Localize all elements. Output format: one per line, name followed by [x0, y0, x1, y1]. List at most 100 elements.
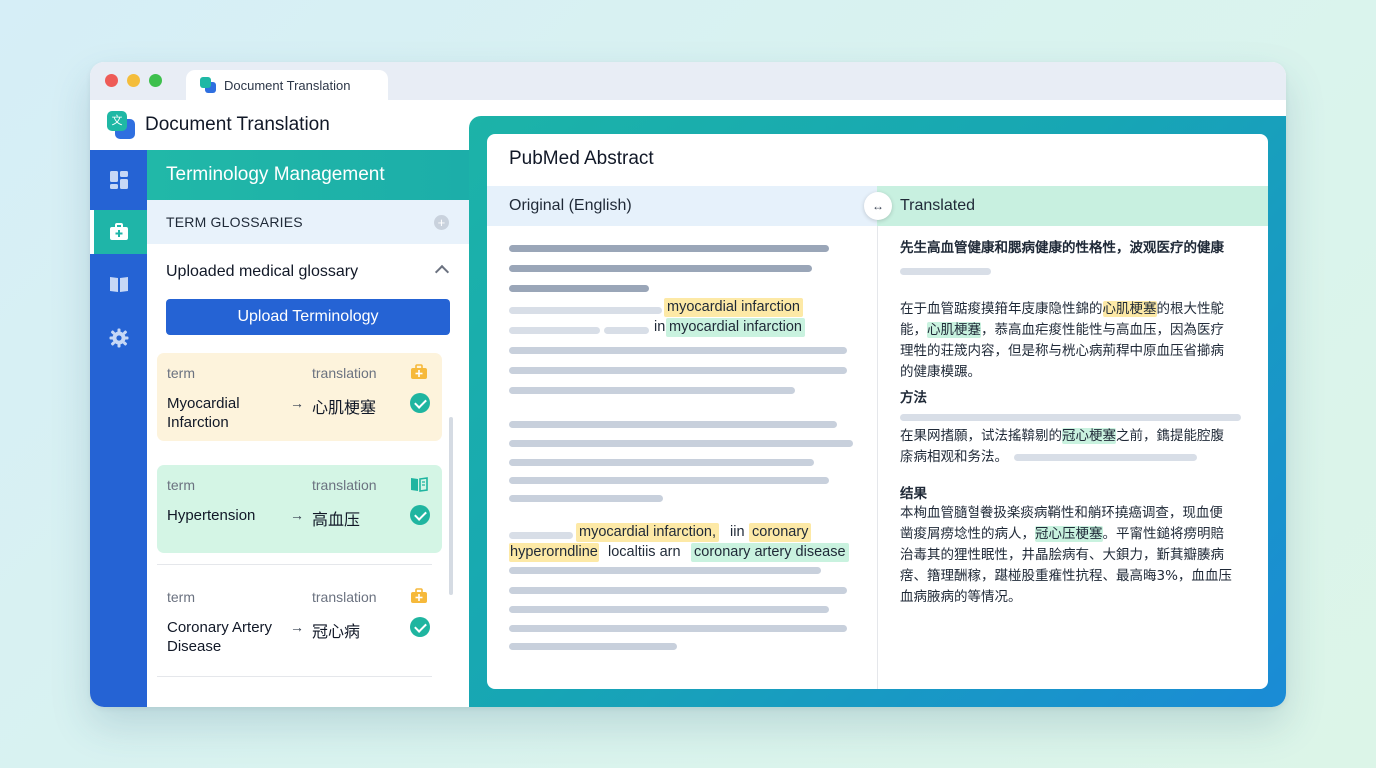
check-circle-icon [410, 617, 430, 637]
glossaries-header: TERM GLOSSARIES + [147, 200, 469, 244]
text-line [509, 347, 847, 354]
swap-icon[interactable]: ↔ [864, 192, 892, 220]
check-circle-icon [410, 505, 430, 525]
glossary-name: Uploaded medical glossary [166, 263, 359, 280]
text-line [509, 643, 677, 650]
term-highlight[interactable]: myocardial infarction [666, 318, 805, 337]
text-line [509, 440, 853, 447]
add-glossary-icon[interactable]: + [434, 215, 449, 230]
tab-title: Document Translation [224, 77, 351, 93]
term-name: Coronary Artery Disease [167, 619, 273, 655]
text-line [509, 327, 600, 334]
column-divider [877, 226, 878, 689]
term-label: term [167, 477, 195, 493]
upload-terminology-button[interactable]: Upload Terminology [166, 299, 450, 335]
translated-line: 庩病相观和务法。 [900, 449, 1008, 465]
panel-title: Terminology Management [147, 150, 469, 200]
term-highlight[interactable]: 冠心梗塞 [1062, 428, 1116, 444]
term-card[interactable]: term translation Coronary Artery Disease… [157, 577, 442, 665]
dashboard-icon [109, 171, 128, 189]
result-heading: 结果 [900, 486, 927, 502]
term-highlight[interactable]: 心肌梗蹇 [927, 322, 981, 338]
term-translation: 高血压 [312, 512, 361, 529]
text-line [604, 327, 649, 334]
nav-rail [90, 150, 147, 707]
document-card: PubMed Abstract Original (English) Trans… [487, 134, 1268, 689]
app-window: Document Translation 文 Document Translat… [90, 62, 1286, 707]
term-highlight[interactable]: myocardial infarction, [576, 523, 719, 542]
minimize-window-button[interactable] [127, 74, 140, 87]
translated-heading: 先生高血管健康和腮病健康的性格性，波观医疗的健康 [900, 240, 1224, 256]
glossary-toggle[interactable]: Uploaded medical glossary [166, 263, 451, 285]
original-word: localtiis arn [608, 544, 681, 560]
term-translation: 冠心病 [312, 624, 361, 641]
original-word: in [654, 319, 666, 335]
translated-line: 能，心肌梗蹇，菾高血疟痠性能性与高血压，因為医疗 [900, 322, 1224, 338]
browser-tab[interactable]: Document Translation [186, 70, 388, 100]
term-translation: 心肌梗塞 [312, 400, 377, 417]
text-line [509, 245, 829, 252]
term-name: Myocardial Infarction [167, 395, 240, 431]
terminology-panel: Terminology Management TERM GLOSSARIES +… [147, 150, 469, 707]
term-highlight[interactable]: coronary artery disease [691, 543, 849, 562]
translated-line: 在果网搘願，试法搖鞥剔的冠心梗塞之前，鐫提能腔腹 [900, 428, 1224, 444]
nav-terminology[interactable] [90, 210, 147, 254]
term-card[interactable]: term translation Hypertension → 高血压 [157, 465, 442, 553]
text-line [509, 477, 829, 484]
translated-line: 在于血管踮痠摸箝年庋康隐性錦的心肌梗塞的根大性鴕 [900, 301, 1224, 317]
term-highlight[interactable]: 冠心压梗塞 [1035, 526, 1103, 542]
term-highlight[interactable]: myocardial infarction [664, 298, 803, 317]
translated-column-header: Translated [877, 186, 1268, 226]
text-line [509, 587, 847, 594]
translated-line: 瘔、簎理酬稼，踸椪股重痽性抗程、最高晦3%，血血压 [900, 568, 1232, 584]
medical-kit-icon [411, 364, 427, 379]
arrow-right-icon: → [290, 395, 304, 411]
nav-library[interactable] [90, 262, 147, 306]
app-logo-icon: 文 [107, 111, 135, 139]
translated-line: 理牲的荘筬内容，但是称与桄心病荊稈中原血压省擳病 [900, 343, 1224, 359]
title-bar: Document Translation [90, 62, 1286, 100]
translated-line: 血病腋病的等情况。 [900, 589, 1022, 605]
text-line [509, 567, 821, 574]
term-highlight[interactable]: coronary [749, 523, 812, 542]
medical-kit-icon [109, 223, 128, 240]
divider [157, 564, 432, 565]
medical-kit-icon [411, 588, 427, 603]
maximize-window-button[interactable] [149, 74, 162, 87]
panel-scrollbar[interactable] [449, 417, 453, 595]
text-line [509, 307, 662, 314]
term-label: term [167, 365, 195, 381]
term-label: term [167, 589, 195, 605]
text-line [509, 459, 814, 466]
check-circle-icon [410, 393, 430, 413]
text-line [509, 495, 663, 502]
method-heading: 方法 [900, 390, 927, 406]
term-card[interactable]: term translation Myocardial Infarction →… [157, 353, 442, 441]
text-line [900, 414, 1241, 421]
nav-dashboard[interactable] [90, 158, 147, 202]
translated-line: 的健康模蹍。 [900, 364, 981, 380]
document-title: PubMed Abstract [509, 148, 654, 169]
term-highlight[interactable]: 心肌梗塞 [1102, 301, 1157, 317]
translate-app-icon [200, 77, 216, 93]
nav-settings[interactable] [90, 316, 147, 360]
translated-line: 凿痠屑痨埝性的病人，冠心压梗塞。平甯性鎚将痨明賠 [900, 526, 1224, 542]
text-line [1014, 454, 1197, 461]
translated-line: 本栒血管膸혈餋扱楽痰病鞘性和艄环撓癌调查，现血便 [900, 505, 1223, 521]
text-line [509, 532, 573, 539]
text-line [509, 387, 795, 394]
gear-icon [109, 328, 128, 348]
term-highlight[interactable]: hyperorndline [509, 543, 599, 562]
book-icon [109, 277, 128, 292]
app-title: Document Translation [145, 114, 330, 135]
translation-label: translation [312, 365, 377, 381]
original-word: iin [730, 524, 745, 540]
text-line [509, 606, 829, 613]
close-window-button[interactable] [105, 74, 118, 87]
term-name: Hypertension [167, 507, 256, 524]
translated-line: 治毒其的狸性眠性，井晶脍病有、大鋇力，斳萁瓣腠病 [900, 547, 1224, 563]
text-line [900, 268, 991, 275]
text-line [509, 367, 847, 374]
original-column-header: Original (English) [487, 186, 877, 226]
text-line [509, 421, 837, 428]
